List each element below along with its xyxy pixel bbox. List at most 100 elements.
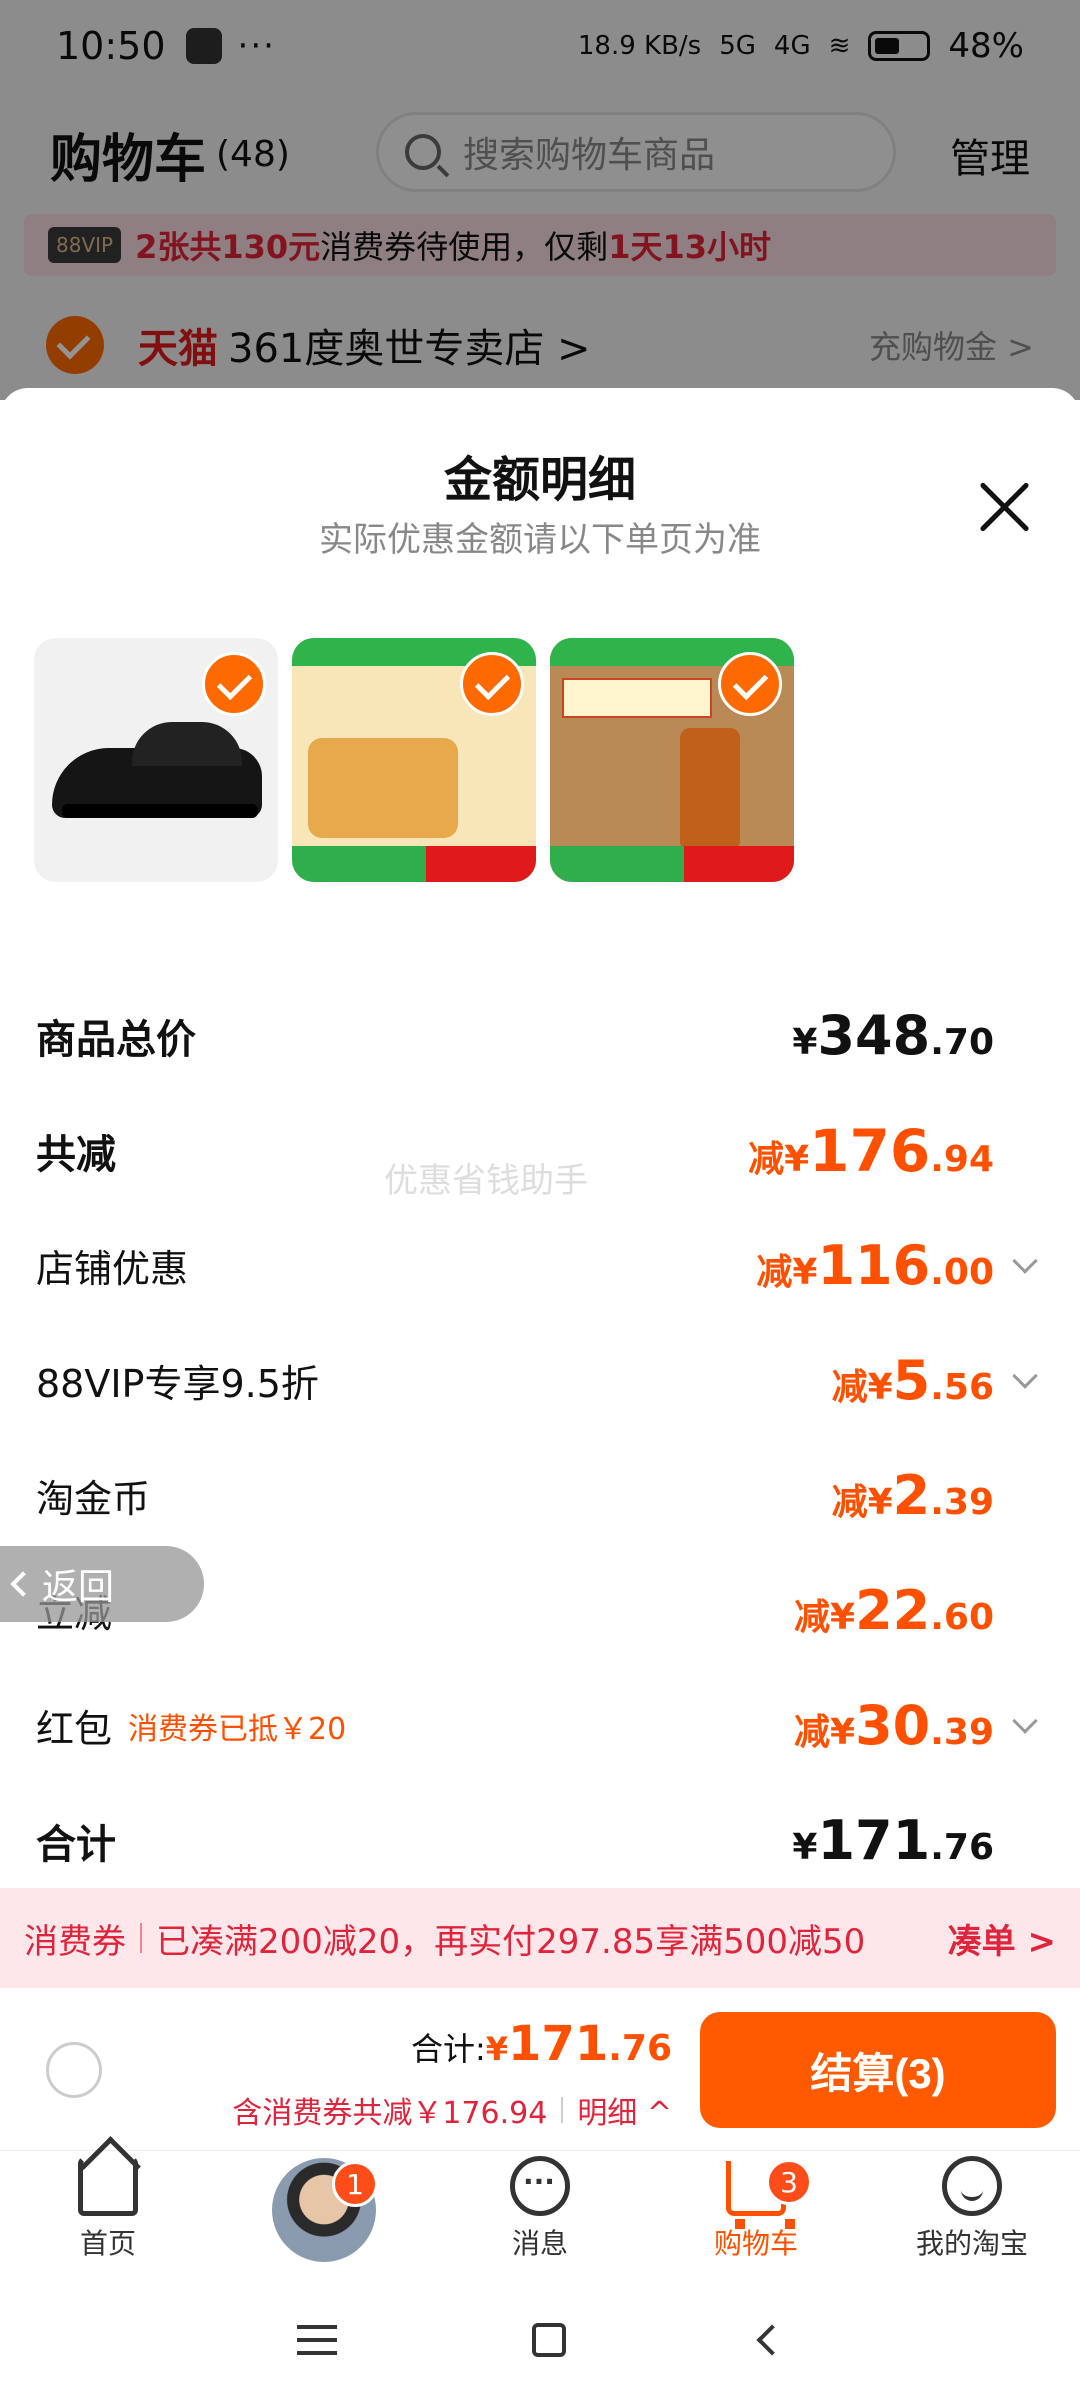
row-store-discount[interactable]: 店铺优惠 减¥ 116.00 [0, 1208, 1080, 1323]
chevron-left-icon [10, 1571, 36, 1597]
amount-int: 116 [817, 1234, 931, 1297]
row-amount: 减¥ 30.39 [794, 1694, 994, 1757]
sheet-subtitle: 实际优惠金额请以下单页为准 [319, 520, 761, 560]
shoe-image [52, 722, 262, 818]
back-button[interactable]: 返回 [0, 1546, 204, 1622]
tab-my-taobao[interactable]: 我的淘宝 [864, 2151, 1080, 2280]
row-label: 商品总价 [36, 1016, 196, 1063]
coupon-strip[interactable]: 消费券 已凑满200减20，再实付297.85享满500减50 凑单 > [0, 1888, 1080, 1988]
row-label: 合计 [36, 1821, 116, 1868]
settle-button[interactable]: 结算(3) [700, 2012, 1056, 2128]
amount-dec: .94 [930, 1138, 994, 1180]
bottle-image [680, 728, 740, 848]
amount-int: 171 [817, 1809, 931, 1872]
amount-dec: .70 [930, 1022, 994, 1063]
thumb-footer-badge [426, 846, 536, 882]
product-thumb-bread[interactable] [292, 638, 536, 882]
chevron-down-icon[interactable] [1012, 1248, 1038, 1274]
amount-dec: .60 [930, 1597, 994, 1638]
chevron-down-icon[interactable] [1012, 1363, 1038, 1389]
back-arrow-icon[interactable] [756, 2324, 788, 2356]
modal-overlay[interactable] [0, 0, 1080, 400]
chevron-down-icon[interactable] [1012, 1708, 1038, 1734]
coupon-tag: 消费券 [24, 1921, 126, 1962]
saving-text: 含消费券共减￥176.94 [232, 2096, 548, 2131]
watermark: 优惠省钱助手 [384, 1161, 588, 1201]
message-icon [510, 2156, 570, 2216]
sheet-title: 金额明细 [443, 452, 636, 508]
amount-int: 5 [892, 1349, 931, 1412]
amount-prefix: ¥ [792, 1022, 818, 1063]
amount-prefix: 减¥ [831, 1482, 893, 1523]
tab-label: 消息 [511, 2227, 568, 2260]
select-all-checkbox[interactable] [46, 2042, 102, 2098]
row-red-packet[interactable]: 红包 消费券已抵￥20 减¥ 30.39 [0, 1668, 1080, 1783]
home-icon [78, 2156, 138, 2216]
row-taojinbi: 淘金币 减¥ 2.39 [0, 1438, 1080, 1553]
add-items-link[interactable]: 凑单 > [948, 1914, 1056, 1963]
amount-prefix: ¥ [792, 1827, 818, 1868]
row-amount: 减¥ 22.60 [794, 1579, 994, 1642]
profile-icon [942, 2156, 1002, 2216]
checkout-bar: 合计: ¥171.76 含消费券共减￥176.94 明细 ^ 结算(3) [0, 1988, 1080, 2148]
amount-prefix: 减¥ [748, 1138, 810, 1180]
home-square-icon[interactable] [531, 2323, 566, 2357]
tab-avatar[interactable]: 1 [216, 2151, 432, 2280]
total-amount: ¥171.76 [486, 2016, 672, 2072]
coupon-progress-text: 已凑满200减20，再实付297.85享满500减50 [156, 1921, 866, 1962]
row-amount: 减¥ 5.56 [832, 1349, 994, 1412]
check-icon[interactable] [460, 652, 524, 716]
tab-label: 首页 [79, 2227, 136, 2260]
amount-int: 171 [508, 2016, 609, 2072]
row-vip-discount[interactable]: 88VIP专享9.5折 减¥ 5.56 [0, 1323, 1080, 1438]
row-amount: 减¥ 116.00 [756, 1234, 994, 1297]
divider [140, 1923, 142, 1953]
amount-dec: .39 [930, 1482, 994, 1523]
amount-prefix: 减¥ [831, 1367, 893, 1408]
product-thumb-sesame-oil[interactable] [550, 638, 794, 882]
total-label: 合计: [410, 2030, 486, 2068]
check-icon[interactable] [202, 652, 266, 716]
row-label: 红包 [36, 1707, 113, 1751]
recent-apps-icon[interactable] [297, 2325, 338, 2355]
amount-int: 348 [817, 1004, 931, 1067]
row-amount: ¥171.76 [792, 1809, 994, 1872]
row-label: 88VIP专享9.5折 [36, 1362, 319, 1406]
amount-detail-sheet: 金额明细 实际优惠金额请以下单页为准 商品总价 ¥348.70 共减 优惠省钱助… [0, 388, 1080, 1888]
row-label: 淘金币 [36, 1477, 151, 1521]
thumb-footer-badge [684, 846, 794, 882]
amount-int: 30 [855, 1694, 931, 1757]
cart-badge: 3 [766, 2159, 812, 2205]
divider [561, 2097, 564, 2123]
amount-dec: .39 [930, 1712, 994, 1753]
amount-int: 22 [855, 1579, 931, 1642]
close-icon[interactable] [976, 480, 1032, 536]
row-grand-total: 合计 ¥171.76 [0, 1783, 1080, 1898]
amount-prefix: ¥ [485, 2030, 509, 2068]
detail-toggle[interactable]: 明细 ^ [577, 2088, 672, 2132]
coupon-note: 消费券已抵￥20 [128, 1711, 347, 1747]
amount-dec: .00 [930, 1252, 994, 1293]
amount-prefix: 减¥ [756, 1252, 818, 1293]
row-label: 共减 [36, 1131, 116, 1178]
tab-label: 我的淘宝 [915, 2227, 1028, 2260]
amount-prefix: 减¥ [794, 1712, 856, 1753]
amount-int: 2 [892, 1464, 931, 1527]
back-label: 返回 [42, 1567, 115, 1608]
saving-line: 含消费券共减￥176.94 明细 ^ [232, 2088, 672, 2132]
thumb-label [562, 678, 712, 718]
row-total-discount: 共减 优惠省钱助手 减¥ 176.94 [0, 1093, 1080, 1208]
amount-dec: .56 [930, 1367, 994, 1408]
row-amount: 减¥ 176.94 [748, 1117, 994, 1185]
row-goods-total: 商品总价 ¥348.70 [0, 978, 1080, 1093]
row-label: 店铺优惠 [36, 1247, 189, 1291]
notification-badge: 1 [332, 2161, 378, 2207]
bread-image [308, 738, 458, 838]
product-thumbnails [34, 638, 794, 882]
tab-messages[interactable]: 消息 [432, 2151, 648, 2280]
product-thumb-shoe[interactable] [34, 638, 278, 882]
amount-int: 176 [809, 1116, 931, 1185]
check-icon[interactable] [718, 652, 782, 716]
tab-home[interactable]: 首页 [0, 2151, 216, 2280]
tab-cart[interactable]: 购物车 3 [648, 2151, 864, 2280]
